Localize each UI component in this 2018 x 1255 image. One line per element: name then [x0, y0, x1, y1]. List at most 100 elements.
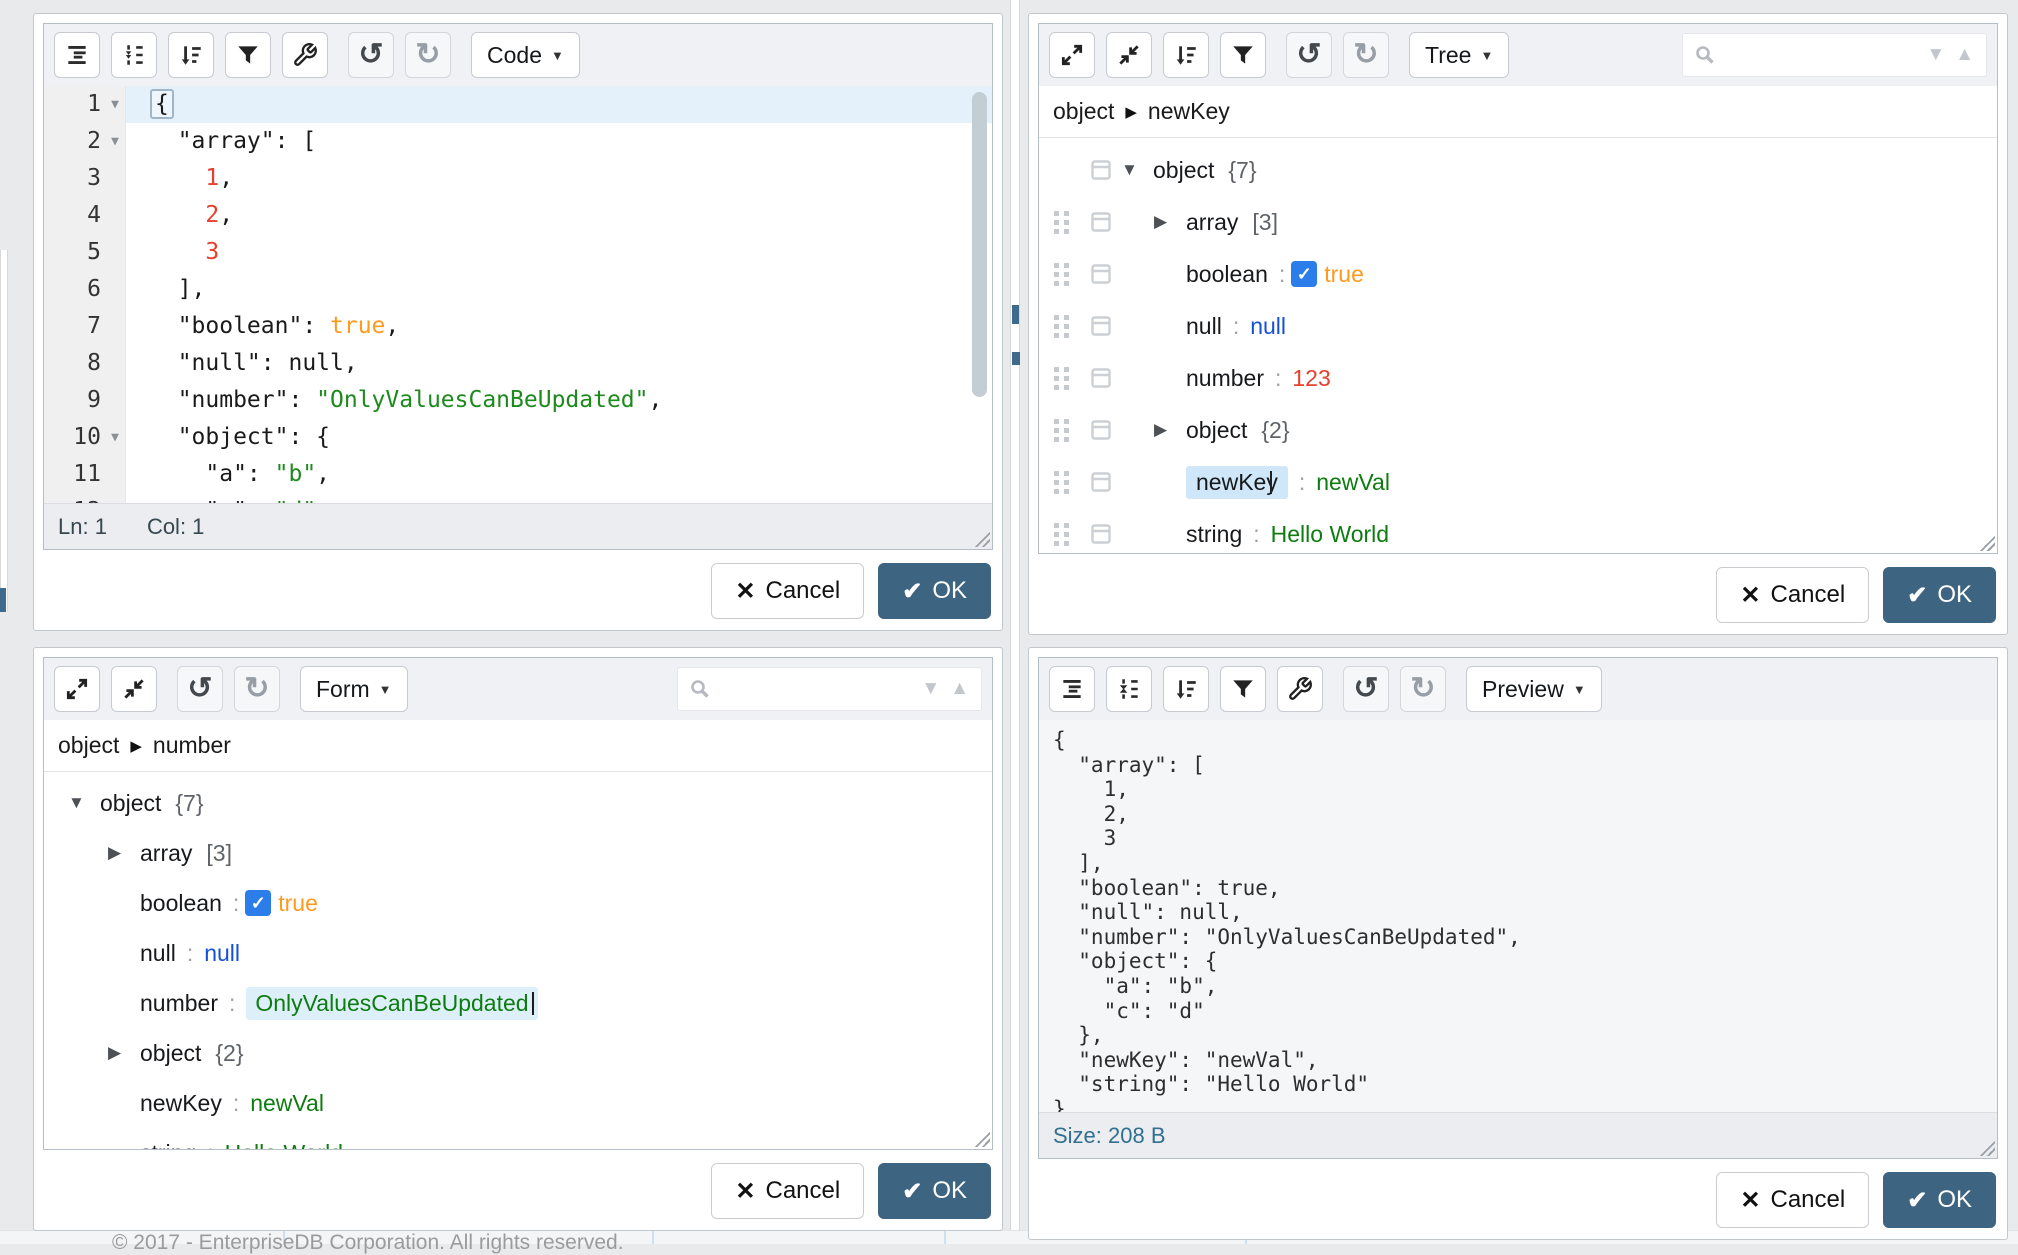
field-value[interactable]: 123	[1292, 365, 1330, 392]
mode-select-code[interactable]: Code▼	[471, 32, 580, 78]
breadcrumb-current[interactable]: number	[153, 732, 231, 759]
scrollbar-thumb[interactable]	[972, 92, 987, 397]
drag-handle[interactable]	[1047, 469, 1077, 496]
context-menu-button[interactable]	[1083, 210, 1119, 234]
mode-select-preview[interactable]: Preview▼	[1466, 666, 1602, 712]
vertical-scrollbar[interactable]	[972, 90, 987, 499]
transform-button[interactable]	[1220, 666, 1266, 712]
context-menu-button[interactable]	[1083, 522, 1119, 546]
field-name[interactable]: string	[1186, 521, 1242, 548]
code-line[interactable]: "object": {	[126, 419, 992, 456]
collapse-all-button[interactable]	[1106, 32, 1152, 78]
cancel-button[interactable]: ✕Cancel	[711, 563, 864, 619]
search-previous-icon[interactable]: ▲	[950, 678, 971, 700]
drag-handle[interactable]	[1047, 521, 1077, 548]
compact-button[interactable]	[1106, 666, 1152, 712]
redo-button[interactable]: ↻	[405, 32, 451, 78]
code-line[interactable]: 1,	[126, 160, 992, 197]
field-name[interactable]: newKey	[140, 1090, 222, 1117]
ok-button[interactable]: ✔OK	[878, 1163, 991, 1219]
resize-handle[interactable]	[973, 530, 990, 547]
ok-button[interactable]: ✔OK	[878, 563, 991, 619]
gutter-line[interactable]: 6	[44, 271, 125, 308]
code-line[interactable]: "c": "d"	[126, 493, 992, 503]
field-name[interactable]: object	[1153, 157, 1214, 184]
expand-arrow-icon[interactable]: ▶	[108, 843, 140, 863]
sort-button[interactable]	[1163, 666, 1209, 712]
field-value[interactable]: Hello World	[1271, 521, 1389, 548]
field-value[interactable]: true	[278, 890, 318, 917]
boolean-checkbox[interactable]: ✓	[245, 890, 271, 916]
fold-toggle-icon[interactable]: ▼	[105, 123, 125, 160]
context-menu-button[interactable]	[1083, 418, 1119, 442]
expand-arrow-icon[interactable]: ▶	[108, 1043, 140, 1063]
code-line[interactable]: ],	[126, 271, 992, 308]
code-line[interactable]: 2,	[126, 197, 992, 234]
search-previous-icon[interactable]: ▲	[1955, 44, 1976, 66]
field-name[interactable]: array	[1186, 209, 1238, 236]
code-line[interactable]: 3	[126, 234, 992, 271]
field-name[interactable]: array	[140, 840, 192, 867]
expand-all-button[interactable]	[1049, 32, 1095, 78]
gutter-line[interactable]: 10▼	[44, 419, 125, 456]
collapse-all-button[interactable]	[111, 666, 157, 712]
cancel-button[interactable]: ✕Cancel	[1716, 1172, 1869, 1228]
field-value[interactable]: newVal	[250, 1090, 324, 1117]
transform-button[interactable]	[1220, 32, 1266, 78]
boolean-checkbox[interactable]: ✓	[1291, 261, 1317, 287]
drag-handle[interactable]	[1047, 209, 1077, 236]
search-input[interactable]	[1725, 44, 1918, 67]
gutter-line[interactable]: 8	[44, 345, 125, 382]
code-line[interactable]: "null": null,	[126, 345, 992, 382]
collapse-arrow-icon[interactable]: ▼	[1121, 160, 1153, 180]
gutter-line[interactable]: 11	[44, 456, 125, 493]
context-menu-button[interactable]	[1083, 470, 1119, 494]
context-menu-button[interactable]	[1083, 158, 1119, 182]
gutter-line[interactable]: 2▼	[44, 123, 125, 160]
field-name[interactable]: object	[140, 1040, 201, 1067]
field-name[interactable]: boolean	[1186, 261, 1268, 288]
redo-button[interactable]: ↻	[1343, 32, 1389, 78]
context-menu-button[interactable]	[1083, 314, 1119, 338]
field-value[interactable]: OnlyValuesCanBeUpdated	[246, 987, 537, 1020]
gutter-line[interactable]: 4	[44, 197, 125, 234]
field-name[interactable]: null	[1186, 313, 1222, 340]
field-value[interactable]: true	[1324, 261, 1364, 288]
context-menu-button[interactable]	[1083, 366, 1119, 390]
expand-arrow-icon[interactable]: ▶	[1154, 212, 1186, 232]
code-lines[interactable]: { "array": [ 1, 2, 3 ], "boolean": true,…	[126, 86, 992, 503]
undo-button[interactable]: ↺	[1286, 32, 1332, 78]
gutter-line[interactable]: 12	[44, 493, 125, 503]
field-name[interactable]: string	[140, 1140, 196, 1150]
repair-button[interactable]	[1277, 666, 1323, 712]
breadcrumb-current[interactable]: newKey	[1148, 98, 1230, 125]
code-line[interactable]: "number": "OnlyValuesCanBeUpdated",	[126, 382, 992, 419]
resize-handle[interactable]	[1978, 1139, 1995, 1156]
redo-button[interactable]: ↻	[1400, 666, 1446, 712]
field-name[interactable]: number	[1186, 365, 1264, 392]
resize-handle[interactable]	[1978, 534, 1995, 551]
drag-handle[interactable]	[1047, 261, 1077, 288]
field-name[interactable]: newKey	[1186, 466, 1288, 499]
code-line[interactable]: "array": [	[126, 123, 992, 160]
search-input[interactable]	[720, 678, 913, 701]
gutter-line[interactable]: 9	[44, 382, 125, 419]
sort-button[interactable]	[1163, 32, 1209, 78]
undo-button[interactable]: ↺	[177, 666, 223, 712]
expand-arrow-icon[interactable]: ▶	[1154, 420, 1186, 440]
format-button[interactable]	[1049, 666, 1095, 712]
breadcrumb-root[interactable]: object	[1053, 98, 1114, 125]
drag-handle[interactable]	[1047, 365, 1077, 392]
breadcrumb-root[interactable]: object	[58, 732, 119, 759]
field-value[interactable]: newVal	[1316, 469, 1390, 496]
code-line[interactable]: "boolean": true,	[126, 308, 992, 345]
cancel-button[interactable]: ✕Cancel	[1716, 567, 1869, 623]
context-menu-button[interactable]	[1083, 262, 1119, 286]
collapse-arrow-icon[interactable]: ▼	[68, 793, 100, 813]
sort-button[interactable]	[168, 32, 214, 78]
undo-button[interactable]: ↺	[348, 32, 394, 78]
compact-button[interactable]	[111, 32, 157, 78]
ok-button[interactable]: ✔OK	[1883, 567, 1996, 623]
field-name[interactable]: object	[100, 790, 161, 817]
field-name[interactable]: null	[140, 940, 176, 967]
